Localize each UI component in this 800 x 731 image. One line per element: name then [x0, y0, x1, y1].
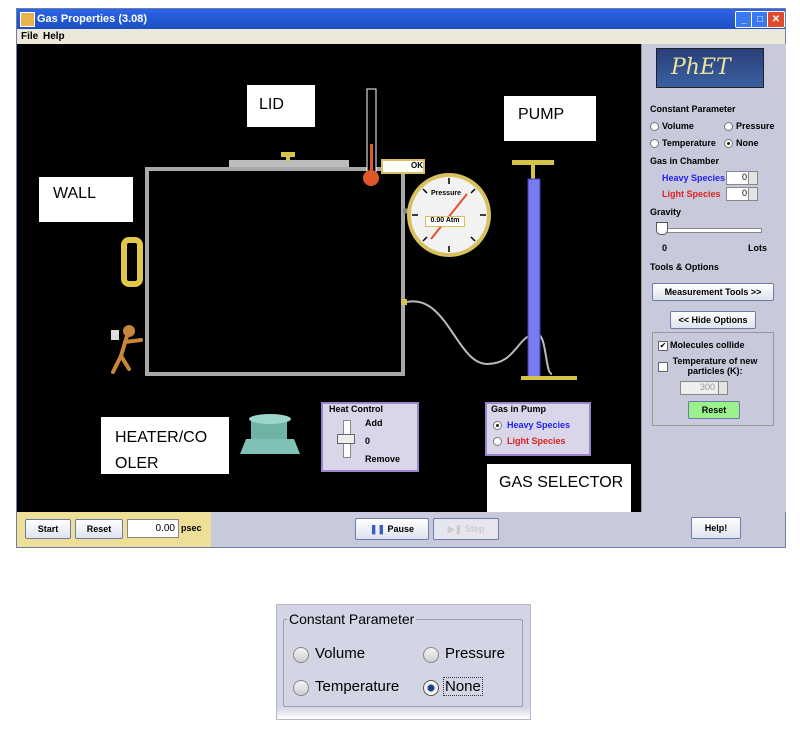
- hide-options-button[interactable]: << Hide Options: [670, 311, 756, 329]
- zoom-fade: [277, 707, 530, 719]
- radio-volume[interactable]: [650, 122, 659, 131]
- zoom-temperature-label: Temperature: [315, 678, 400, 695]
- zoom-radio-none[interactable]: [423, 680, 439, 696]
- pump-cylinder: [527, 178, 541, 380]
- chamber-box: [145, 167, 405, 376]
- light-species-label: Light Species: [662, 189, 721, 199]
- step-icon: ▶❚: [447, 524, 463, 534]
- molecules-collide-label: Molecules collide: [670, 340, 745, 350]
- pause-label: Pause: [387, 524, 415, 534]
- pump-handle: [512, 160, 554, 165]
- control-panel: PhET Constant Parameter Volume Pressure …: [641, 44, 786, 512]
- heat-remove: Remove: [365, 454, 401, 464]
- time-field[interactable]: 0.00: [127, 519, 179, 538]
- heat-control: Heat Control Add 0 Remove: [321, 402, 419, 472]
- gravity-max: Lots: [748, 243, 767, 253]
- zoom-radio-volume[interactable]: [293, 647, 309, 663]
- time-unit: psec: [181, 523, 202, 533]
- heat-zero: 0: [365, 436, 371, 446]
- gas-in-pump-light: Light Species: [507, 436, 566, 446]
- annotation-pump-text: PUMP: [518, 106, 565, 123]
- gas-in-chamber-label: Gas in Chamber: [650, 156, 720, 166]
- window-title: Gas Properties (3.08): [37, 13, 148, 25]
- radio-none[interactable]: [724, 139, 733, 148]
- annotation-heater-text: HEATER/CO OLER: [115, 429, 208, 472]
- annotation-lid-text: LID: [259, 96, 284, 113]
- molecules-collide-checkbox[interactable]: ✔: [658, 341, 668, 351]
- volume-label: Volume: [662, 121, 694, 131]
- zoom-volume-label: Volume: [315, 645, 366, 662]
- step-label: Step: [464, 524, 485, 534]
- lid: [229, 160, 349, 167]
- zoom-radio-temperature[interactable]: [293, 680, 309, 696]
- zoom-title: Constant Parameter: [287, 611, 417, 627]
- help-button[interactable]: Help!: [691, 517, 741, 539]
- zoom-radio-pressure[interactable]: [423, 647, 439, 663]
- zoom-pressure-label: Pressure: [445, 645, 506, 662]
- thermometer-readout: OK: [381, 159, 425, 174]
- light-species-count: 0: [741, 188, 747, 198]
- temp-new-particles-label: Temperature of new particles (K):: [672, 356, 758, 376]
- annotation-gas-selector-text: GAS SELECTOR: [499, 474, 624, 491]
- heavy-species-label: Heavy Species: [662, 173, 726, 183]
- pause-icon: ❚❚: [369, 524, 386, 534]
- gravity-slider-track: [660, 228, 762, 233]
- menu-bar: File Help: [17, 29, 785, 44]
- gauge-readout: 0.00 Atm: [425, 216, 465, 227]
- radio-heavy-species[interactable]: [493, 421, 502, 430]
- radio-light-species[interactable]: [493, 437, 502, 446]
- thermometer-bulb: [363, 170, 379, 186]
- gas-in-pump: Gas in Pump Heavy Species Light Species: [485, 402, 591, 456]
- phet-logo: PhET: [656, 48, 764, 88]
- light-species-spinner[interactable]: 0: [726, 187, 758, 201]
- heat-add: Add: [365, 418, 383, 428]
- gravity-label: Gravity: [650, 207, 682, 217]
- start-button[interactable]: Start: [25, 519, 71, 539]
- measurement-tools-button[interactable]: Measurement Tools >>: [652, 283, 774, 301]
- reset-button[interactable]: Reset: [75, 519, 123, 539]
- heater-cooler: [240, 439, 300, 454]
- temperature-label: Temperature: [662, 138, 716, 148]
- annotation-pump: PUMP: [504, 96, 596, 141]
- annotation-lid: LID: [247, 85, 315, 127]
- temp-new-particles-checkbox[interactable]: [658, 362, 668, 372]
- bottom-bar: Start Reset 0.00 psec ❚❚ Pause ▶❚ Step H…: [17, 512, 785, 547]
- phet-logo-text: PhET: [671, 55, 731, 80]
- simulation-canvas: OK Pressure 0.00 Atm LID WALL PUMP HEATE…: [17, 44, 641, 524]
- gas-in-pump-heavy: Heavy Species: [507, 420, 571, 430]
- zoom-none-label: None: [443, 677, 483, 696]
- pause-button[interactable]: ❚❚ Pause: [355, 518, 429, 540]
- pressure-label: Pressure: [736, 121, 775, 131]
- heavy-species-spinner[interactable]: 0: [726, 171, 758, 185]
- annotation-wall: WALL: [39, 177, 133, 222]
- wall-handle: [121, 237, 143, 287]
- radio-pressure[interactable]: [724, 122, 733, 131]
- menu-file[interactable]: File: [21, 31, 38, 42]
- title-bar: Gas Properties (3.08) _ □ ✕: [17, 9, 785, 29]
- app-icon: [20, 12, 35, 27]
- gas-in-pump-title: Gas in Pump: [491, 404, 547, 414]
- panel-reset-button[interactable]: Reset: [688, 401, 740, 419]
- close-icon[interactable]: ✕: [767, 11, 785, 28]
- zoom-inset: Constant Parameter Volume Pressure Tempe…: [276, 604, 531, 720]
- time-value: 0.00: [155, 523, 175, 534]
- app-window: Gas Properties (3.08) _ □ ✕ File Help OK…: [16, 8, 786, 548]
- heat-control-title: Heat Control: [329, 404, 383, 414]
- annotation-heater: HEATER/CO OLER: [101, 417, 229, 474]
- gauge-title: Pressure: [431, 190, 461, 197]
- heat-slider[interactable]: [337, 434, 355, 444]
- menu-help[interactable]: Help: [43, 31, 65, 42]
- gravity-min: 0: [662, 243, 668, 253]
- temp-new-particles-value: 300: [699, 382, 715, 392]
- step-button[interactable]: ▶❚ Step: [433, 518, 499, 540]
- none-label: None: [736, 138, 759, 148]
- heavy-species-count: 0: [741, 172, 747, 182]
- tools-options-label: Tools & Options: [650, 262, 719, 272]
- radio-temperature[interactable]: [650, 139, 659, 148]
- gravity-slider[interactable]: [656, 222, 668, 235]
- temp-new-particles-spinner[interactable]: 300: [680, 381, 728, 395]
- annotation-wall-text: WALL: [53, 185, 96, 202]
- constant-parameter-label: Constant Parameter: [650, 104, 736, 114]
